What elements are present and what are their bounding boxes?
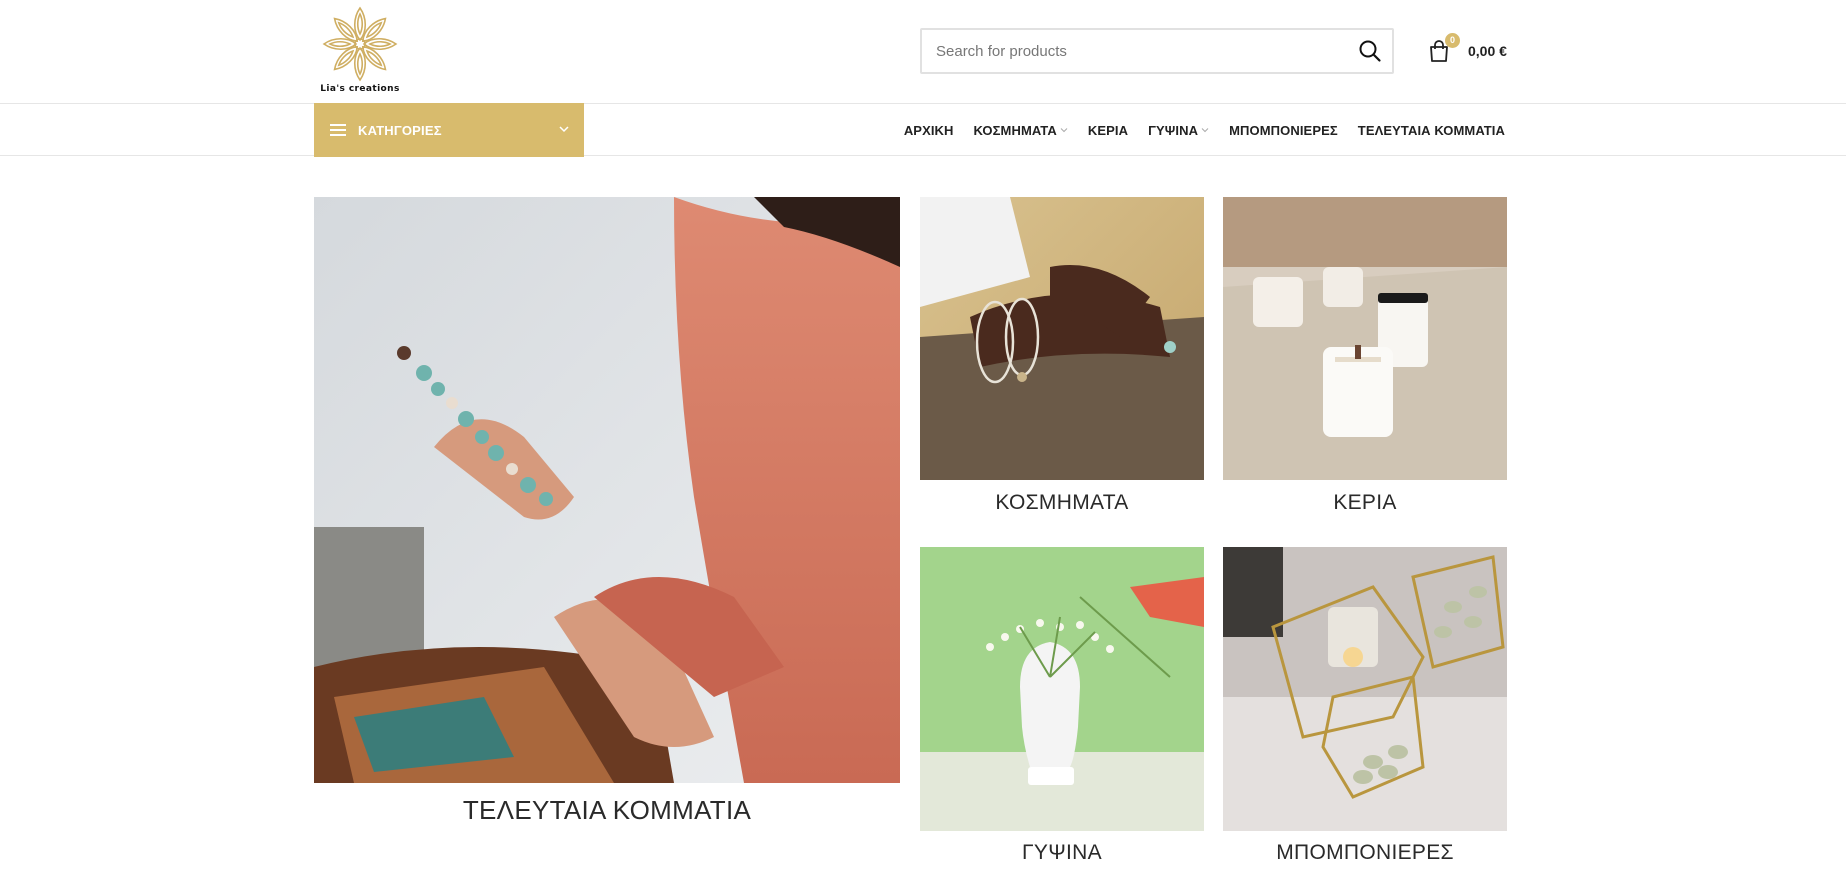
search-icon (1359, 40, 1381, 62)
nav-item-label: ΓΥΨΙΝΑ (1148, 122, 1199, 138)
site-logo[interactable]: Lia's creations (316, 4, 404, 96)
logo-text: Lia's creations (320, 84, 400, 94)
nav-item-candles[interactable]: ΚΕΡΙΑ (1088, 123, 1128, 138)
top-header: Lia's creations 0 0,00 € (0, 0, 1846, 103)
category-image-candles[interactable] (1223, 197, 1507, 480)
search-button[interactable] (1358, 39, 1382, 63)
chevron-down-icon (1201, 128, 1209, 133)
search-input[interactable] (936, 30, 1336, 72)
category-title-candles[interactable]: ΚΕΡΙΑ (1223, 491, 1507, 515)
nav-item-last-pieces[interactable]: ΤΕΛΕΥΤΑΙΑ ΚΟΜΜΑΤΙΑ (1358, 123, 1505, 138)
category-image-last-pieces[interactable] (314, 197, 900, 783)
nav-item-plaster[interactable]: ΓΥΨΙΝΑ (1148, 123, 1209, 138)
chevron-down-icon (1060, 128, 1068, 133)
cart-button[interactable]: 0 0,00 € (1428, 33, 1507, 66)
cart-count-badge: 0 (1445, 33, 1460, 48)
nav-item-label: ΤΕΛΕΥΤΑΙΑ ΚΟΜΜΑΤΙΑ (1357, 122, 1505, 138)
nav-item-label: ΜΠΟΜΠΟΝΙΕΡΕΣ (1229, 122, 1338, 138)
category-title-plaster[interactable]: ΓΥΨΙΝΑ (920, 841, 1204, 865)
category-title-last-pieces[interactable]: ΤΕΛΕΥΤΑΙΑ ΚΟΜΜΑΤΙΑ (314, 795, 900, 826)
menu-icon (330, 123, 346, 137)
category-image-favors[interactable] (1223, 547, 1507, 831)
nav-item-home[interactable]: ΑΡΧΙΚΗ (904, 123, 954, 138)
category-title-favors[interactable]: ΜΠΟΜΠΟΝΙΕΡΕΣ (1223, 841, 1507, 865)
navigation-bar: ΚΑΤΗΓΟΡΙΕΣ ΑΡΧΙΚΗ ΚΟΣΜΗΜΑΤΑ ΚΕΡΙΑ ΓΥΨΙΝΑ… (0, 103, 1846, 157)
nav-item-label: ΚΟΣΜΗΜΑΤΑ (973, 122, 1057, 138)
nav-item-jewelry[interactable]: ΚΟΣΜΗΜΑΤΑ (974, 123, 1068, 138)
categories-menu-button[interactable]: ΚΑΤΗΓΟΡΙΕΣ (314, 103, 584, 157)
categories-label: ΚΑΤΗΓΟΡΙΕΣ (358, 122, 442, 138)
main-menu: ΑΡΧΙΚΗ ΚΟΣΜΗΜΑΤΑ ΚΕΡΙΑ ΓΥΨΙΝΑ ΜΠΟΜΠΟΝΙΕΡ… (884, 104, 1505, 156)
nav-item-label: ΑΡΧΙΚΗ (903, 122, 954, 138)
category-image-plaster[interactable] (920, 547, 1204, 831)
cart-total: 0,00 € (1468, 43, 1507, 59)
category-title-jewelry[interactable]: ΚΟΣΜΗΜΑΤΑ (920, 491, 1204, 515)
nav-item-label: ΚΕΡΙΑ (1087, 122, 1129, 138)
category-image-jewelry[interactable] (920, 197, 1204, 480)
logo-mandala-icon (323, 6, 397, 81)
chevron-down-icon (559, 126, 569, 133)
cart-icon: 0 (1428, 33, 1460, 63)
nav-item-favors[interactable]: ΜΠΟΜΠΟΝΙΕΡΕΣ (1229, 123, 1338, 138)
search-bar (920, 28, 1394, 74)
